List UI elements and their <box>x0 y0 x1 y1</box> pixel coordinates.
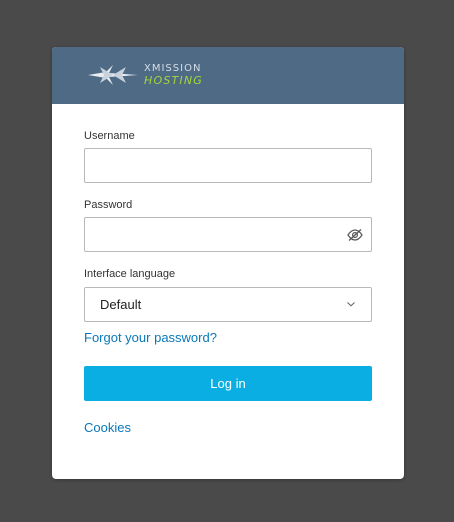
brand-line2: HOSTING <box>144 74 204 87</box>
login-card: XMISSION HOSTING Username Password Inter… <box>52 47 404 479</box>
eye-slash-icon[interactable] <box>347 228 363 242</box>
card-header: XMISSION HOSTING <box>52 47 404 104</box>
username-field-wrapper <box>84 148 372 183</box>
login-button[interactable]: Log in <box>84 366 372 401</box>
username-input[interactable] <box>85 149 371 182</box>
password-label: Password <box>84 199 133 211</box>
forgot-password-link[interactable]: Forgot your password? <box>84 330 217 345</box>
password-field-wrapper <box>84 217 372 252</box>
brand-line1: XMISSION <box>144 63 202 74</box>
xmission-x-icon <box>88 65 138 85</box>
brand-logo: XMISSION HOSTING <box>86 61 212 89</box>
chevron-down-icon <box>347 302 355 307</box>
language-label: Interface language <box>84 268 176 280</box>
username-label: Username <box>84 130 135 142</box>
cookies-link[interactable]: Cookies <box>84 420 131 435</box>
language-select-value: Default <box>100 297 142 312</box>
brand-text: XMISSION HOSTING <box>144 63 204 87</box>
language-select[interactable]: Default <box>84 287 372 322</box>
password-input[interactable] <box>85 218 371 251</box>
